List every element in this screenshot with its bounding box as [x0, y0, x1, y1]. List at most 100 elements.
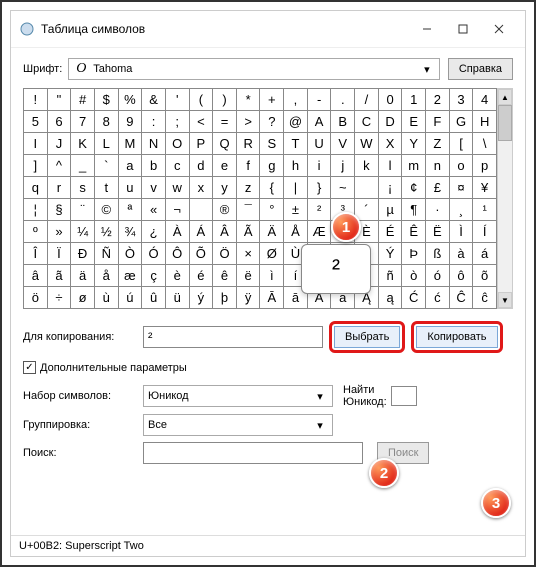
- char-cell[interactable]: ô: [450, 265, 474, 287]
- char-cell[interactable]: ç: [142, 265, 166, 287]
- char-cell[interactable]: Á: [190, 221, 214, 243]
- char-cell[interactable]: ·: [426, 199, 450, 221]
- char-cell[interactable]: ö: [24, 287, 48, 309]
- char-cell[interactable]: Ð: [71, 243, 95, 265]
- char-cell[interactable]: Õ: [190, 243, 214, 265]
- char-cell[interactable]: I: [24, 133, 48, 155]
- char-cell[interactable]: ¼: [71, 221, 95, 243]
- char-cell[interactable]: Í: [473, 221, 497, 243]
- char-cell[interactable]: e: [213, 155, 237, 177]
- char-cell[interactable]: ¤: [450, 177, 474, 199]
- char-cell[interactable]: K: [71, 133, 95, 155]
- select-button[interactable]: Выбрать: [334, 326, 400, 348]
- char-cell[interactable]: _: [71, 155, 95, 177]
- char-cell[interactable]: [355, 177, 379, 199]
- char-cell[interactable]: 6: [48, 111, 72, 133]
- char-cell[interactable]: å: [95, 265, 119, 287]
- char-cell[interactable]: k: [355, 155, 379, 177]
- char-cell[interactable]: Ć: [402, 287, 426, 309]
- close-button[interactable]: [481, 17, 517, 41]
- char-cell[interactable]: B: [331, 111, 355, 133]
- char-cell[interactable]: ä: [71, 265, 95, 287]
- char-cell[interactable]: V: [331, 133, 355, 155]
- char-cell[interactable]: Z: [426, 133, 450, 155]
- char-cell[interactable]: @: [284, 111, 308, 133]
- char-cell[interactable]: s: [71, 177, 95, 199]
- char-cell[interactable]: à: [450, 243, 474, 265]
- char-cell[interactable]: ¬: [166, 199, 190, 221]
- char-cell[interactable]: ±: [284, 199, 308, 221]
- char-cell[interactable]: z: [237, 177, 261, 199]
- char-cell[interactable]: 3: [450, 89, 474, 111]
- char-cell[interactable]: °: [260, 199, 284, 221]
- charset-select[interactable]: Юникод ▾: [143, 385, 333, 407]
- char-cell[interactable]: «: [142, 199, 166, 221]
- char-cell[interactable]: Ï: [48, 243, 72, 265]
- char-cell[interactable]: Â: [213, 221, 237, 243]
- copy-input[interactable]: [143, 326, 323, 348]
- char-cell[interactable]: \: [473, 133, 497, 155]
- char-cell[interactable]: .: [331, 89, 355, 111]
- char-cell[interactable]: Æ: [308, 221, 332, 243]
- char-cell[interactable]: 8: [95, 111, 119, 133]
- char-cell[interactable]: ¦: [24, 199, 48, 221]
- char-cell[interactable]: õ: [473, 265, 497, 287]
- char-cell[interactable]: {: [260, 177, 284, 199]
- char-cell[interactable]: :: [142, 111, 166, 133]
- char-cell[interactable]: ñ: [379, 265, 403, 287]
- char-cell[interactable]: ¿: [142, 221, 166, 243]
- char-cell[interactable]: ò: [402, 265, 426, 287]
- char-cell[interactable]: t: [95, 177, 119, 199]
- char-cell[interactable]: 4: [473, 89, 497, 111]
- char-cell[interactable]: ¾: [119, 221, 143, 243]
- char-cell[interactable]: Ñ: [95, 243, 119, 265]
- char-cell[interactable]: 1: [402, 89, 426, 111]
- char-cell[interactable]: /: [355, 89, 379, 111]
- char-cell[interactable]: !: [24, 89, 48, 111]
- char-cell[interactable]: +: [260, 89, 284, 111]
- char-cell[interactable]: ã: [48, 265, 72, 287]
- char-cell[interactable]: ¶: [402, 199, 426, 221]
- char-cell[interactable]: ×: [237, 243, 261, 265]
- char-cell[interactable]: Î: [24, 243, 48, 265]
- char-cell[interactable]: P: [190, 133, 214, 155]
- char-cell[interactable]: Ö: [213, 243, 237, 265]
- char-cell[interactable]: *: [237, 89, 261, 111]
- char-cell[interactable]: ´: [355, 199, 379, 221]
- char-cell[interactable]: |: [284, 177, 308, 199]
- char-cell[interactable]: Ã: [237, 221, 261, 243]
- char-cell[interactable]: p: [473, 155, 497, 177]
- char-cell[interactable]: ª: [119, 199, 143, 221]
- char-cell[interactable]: &: [142, 89, 166, 111]
- char-cell[interactable]: ý: [190, 287, 214, 309]
- char-cell[interactable]: }: [308, 177, 332, 199]
- char-cell[interactable]: ć: [426, 287, 450, 309]
- copy-button[interactable]: Копировать: [416, 326, 497, 348]
- char-cell[interactable]: J: [48, 133, 72, 155]
- char-cell[interactable]: ¡: [379, 177, 403, 199]
- char-cell[interactable]: 9: [119, 111, 143, 133]
- scroll-up-icon[interactable]: ▲: [498, 89, 512, 105]
- char-cell[interactable]: Ý: [379, 243, 403, 265]
- char-cell[interactable]: <: [190, 111, 214, 133]
- char-cell[interactable]: ': [166, 89, 190, 111]
- help-button[interactable]: Справка: [448, 58, 513, 80]
- char-cell[interactable]: Ä: [260, 221, 284, 243]
- char-cell[interactable]: ¥: [473, 177, 497, 199]
- char-cell[interactable]: ©: [95, 199, 119, 221]
- char-cell[interactable]: ĉ: [473, 287, 497, 309]
- char-cell[interactable]: S: [260, 133, 284, 155]
- char-cell[interactable]: Ò: [119, 243, 143, 265]
- char-cell[interactable]: %: [119, 89, 143, 111]
- char-cell[interactable]: º: [24, 221, 48, 243]
- search-input[interactable]: [143, 442, 363, 464]
- char-cell[interactable]: n: [426, 155, 450, 177]
- char-cell[interactable]: æ: [119, 265, 143, 287]
- char-cell[interactable]: ù: [95, 287, 119, 309]
- char-cell[interactable]: ]: [24, 155, 48, 177]
- char-cell[interactable]: l: [379, 155, 403, 177]
- char-cell[interactable]: 5: [24, 111, 48, 133]
- char-cell[interactable]: b: [142, 155, 166, 177]
- char-cell[interactable]: ú: [119, 287, 143, 309]
- char-cell[interactable]: h: [284, 155, 308, 177]
